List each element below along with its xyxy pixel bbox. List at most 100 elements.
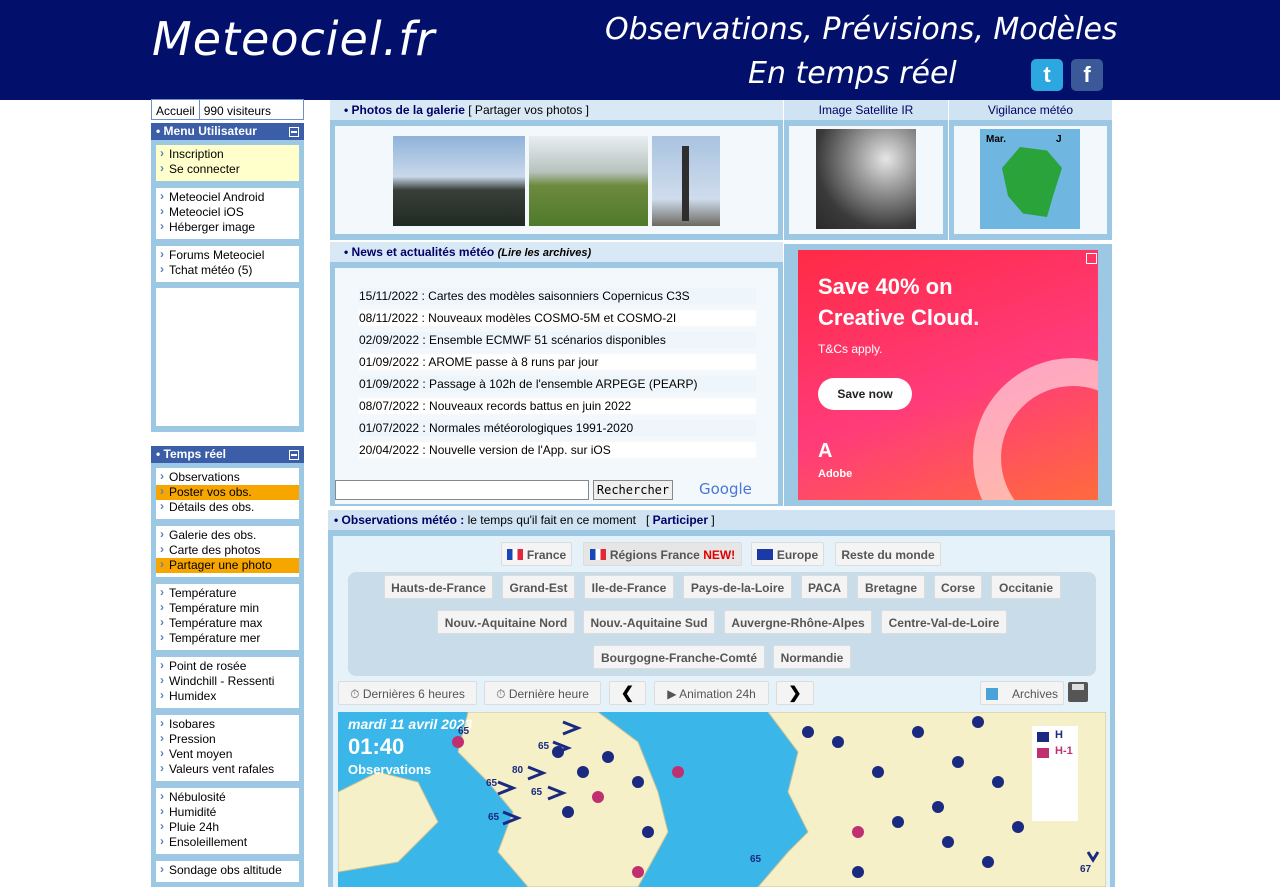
login-link[interactable]: Se connecter (156, 161, 299, 177)
chat-link[interactable]: Tchat météo (5) (156, 262, 299, 278)
rain-24h-link[interactable]: Pluie 24h (156, 819, 299, 835)
region-button[interactable]: Auvergne-Rhône-Alpes (724, 610, 872, 634)
satellite-image[interactable] (816, 129, 916, 229)
region-button[interactable]: Normandie (773, 645, 851, 669)
temperature-min-link[interactable]: Température min (156, 600, 299, 616)
region-button[interactable]: Nouv.-Aquitaine Nord (437, 610, 575, 634)
twitter-icon[interactable]: t (1031, 59, 1063, 91)
post-obs-link[interactable]: Poster vos obs. (156, 484, 299, 500)
region-button[interactable]: PACA (801, 575, 848, 599)
tab-france[interactable]: France (501, 542, 572, 566)
apps-group: Meteociel Android Meteociel iOS Héberger… (156, 188, 299, 239)
region-button[interactable]: Hauts-de-France (384, 575, 493, 599)
gallery-photo[interactable] (529, 136, 648, 226)
collapse-icon[interactable] (289, 127, 299, 137)
site-logo[interactable]: Meteociel.fr (152, 12, 435, 66)
region-button[interactable]: Grand-Est (502, 575, 575, 599)
gallery-photo[interactable] (393, 136, 525, 226)
vigilance-title[interactable]: Vigilance météo (988, 103, 1073, 117)
last-6-hours-button[interactable]: ⏱ Dernières 6 heures (338, 681, 477, 705)
windchill-link[interactable]: Windchill - Ressenti (156, 673, 299, 689)
animation-24h-button[interactable]: ▶ Animation 24h (654, 681, 769, 705)
satellite-title[interactable]: Image Satellite IR (819, 103, 914, 117)
save-now-button[interactable]: Save now (818, 378, 912, 410)
news-header: • News et actualités météo (Lire les arc… (330, 242, 783, 262)
region-button[interactable]: Ile-de-France (584, 575, 674, 599)
android-app-link[interactable]: Meteociel Android (156, 189, 299, 205)
region-button[interactable]: Centre-Val-de-Loire (881, 610, 1007, 634)
archives-button[interactable]: Archives (980, 681, 1064, 705)
legend-h1-label: H-1 (1055, 745, 1073, 757)
legend-h-label: H (1055, 729, 1063, 741)
previous-arrow-icon[interactable]: ❮ (609, 681, 646, 705)
region-button[interactable]: Corse (934, 575, 982, 599)
vigilance-map[interactable]: Mar. J (980, 129, 1080, 229)
region-button[interactable]: Bourgogne-Franche-Comté (593, 645, 765, 669)
clock-icon: ⏱ (350, 687, 360, 701)
mean-wind-link[interactable]: Vent moyen (156, 746, 299, 762)
gallery-photo[interactable] (652, 136, 720, 226)
ios-app-link[interactable]: Meteociel iOS (156, 204, 299, 220)
satellite-panel (784, 120, 948, 240)
last-hour-button[interactable]: ⏱ Dernière heure (484, 681, 601, 705)
side-ad-slot (156, 288, 299, 426)
region-button[interactable]: Occitanie (991, 575, 1061, 599)
sounding-link[interactable]: Sondage obs altitude (156, 862, 299, 878)
search-input[interactable] (335, 480, 589, 500)
cloudiness-link[interactable]: Nébulosité (156, 789, 299, 805)
photo-map-link[interactable]: Carte des photos (156, 542, 299, 558)
news-item[interactable]: 08/11/2022 : Nouveaux modèles COSMO-5M e… (359, 310, 756, 326)
tab-europe[interactable]: Europe (751, 542, 824, 566)
news-item[interactable]: 01/07/2022 : Normales météorologiques 19… (359, 420, 756, 436)
obs-gallery-link[interactable]: Galerie des obs. (156, 527, 299, 543)
obs-details-link[interactable]: Détails des obs. (156, 499, 299, 515)
dewpoint-link[interactable]: Point de rosée (156, 658, 299, 674)
tab-regions-france[interactable]: Régions France NEW! (583, 542, 742, 566)
region-button[interactable]: Pays-de-la-Loire (683, 575, 792, 599)
news-item[interactable]: 01/09/2022 : AROME passe à 8 runs par jo… (359, 354, 756, 370)
region-button[interactable]: Nouv.-Aquitaine Sud (583, 610, 715, 634)
banner-tagline-realtime: En temps réel (748, 56, 957, 91)
sounding-group: Sondage obs altitude (156, 861, 299, 882)
next-arrow-icon[interactable]: ❯ (776, 681, 814, 705)
news-title: • News et actualités météo (344, 245, 495, 259)
temperature-link[interactable]: Température (156, 585, 299, 601)
temperature-max-link[interactable]: Température max (156, 615, 299, 631)
adobe-ad[interactable]: Save 40% on Creative Cloud. T&Cs apply. … (798, 250, 1098, 500)
gallery-title[interactable]: Photos de la galerie (352, 103, 465, 117)
wind-gusts-link[interactable]: Valeurs vent rafales (156, 761, 299, 777)
news-item[interactable]: 08/07/2022 : Nouveaux records battus en … (359, 398, 756, 414)
satellite-inner (789, 126, 943, 234)
humidity-link[interactable]: Humidité (156, 804, 299, 820)
share-photos-link[interactable]: [ Partager vos photos ] (468, 103, 589, 117)
share-photo-link[interactable]: Partager une photo (156, 557, 299, 573)
news-item[interactable]: 02/09/2022 : Ensemble ECMWF 51 scénarios… (359, 332, 756, 348)
forums-link[interactable]: Forums Meteociel (156, 247, 299, 263)
news-item[interactable]: 20/04/2022 : Nouvelle version de l'App. … (359, 442, 756, 458)
sunshine-link[interactable]: Ensoleillement (156, 834, 299, 850)
observations-link[interactable]: Observations (156, 469, 299, 485)
user-menu-title: • Menu Utilisateur (156, 124, 257, 138)
humidex-link[interactable]: Humidex (156, 688, 299, 704)
isobars-link[interactable]: Isobares (156, 716, 299, 732)
facebook-icon[interactable]: f (1071, 59, 1103, 91)
sea-temperature-link[interactable]: Température mer (156, 630, 299, 646)
news-archives-link[interactable]: (Lire les archives) (498, 247, 592, 259)
flag-europe-icon (756, 549, 773, 560)
news-item[interactable]: 01/09/2022 : Passage à 102h de l'ensembl… (359, 376, 756, 392)
pressure-link[interactable]: Pression (156, 731, 299, 747)
region-button[interactable]: Bretagne (857, 575, 925, 599)
signup-link[interactable]: Inscription (156, 146, 299, 162)
save-icon[interactable] (1068, 682, 1088, 702)
search-button[interactable]: Rechercher (593, 480, 673, 500)
observations-map[interactable]: mardi 11 avril 2023 01:40 Observations H… (338, 712, 1106, 887)
host-image-link[interactable]: Héberger image (156, 219, 299, 235)
collapse-icon[interactable] (289, 450, 299, 460)
tab-rest-of-world[interactable]: Reste du monde (835, 542, 941, 566)
news-item[interactable]: 15/11/2022 : Cartes des modèles saisonni… (359, 288, 756, 304)
map-label: Observations (348, 762, 432, 777)
pressure-wind-group: Isobares Pression Vent moyen Valeurs ven… (156, 715, 299, 781)
adchoices-icon[interactable] (1086, 253, 1097, 264)
home-link[interactable]: Accueil (152, 100, 200, 119)
participate-link[interactable]: Participer (653, 513, 708, 527)
